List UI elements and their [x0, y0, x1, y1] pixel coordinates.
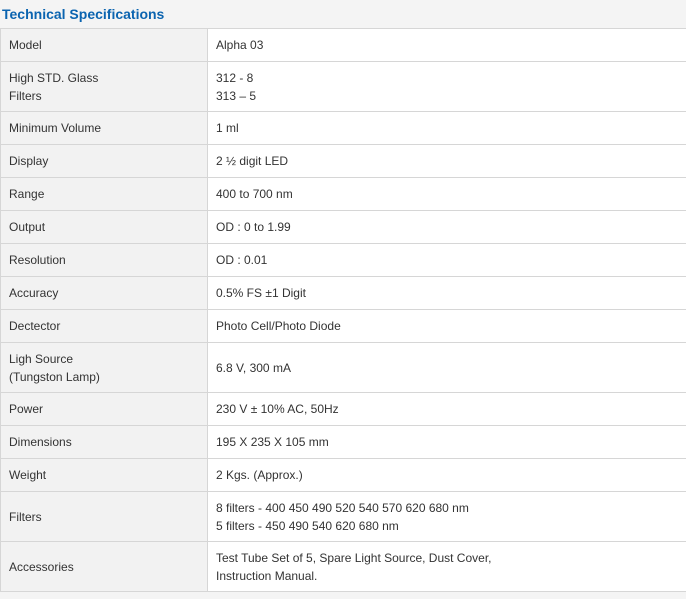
spec-label: Filters: [9, 88, 42, 103]
spec-value-cell: 230 V ± 10% AC, 50Hz: [207, 392, 686, 426]
spec-value-cell: Alpha 03: [207, 28, 686, 62]
spec-label-cell: Filters: [0, 491, 208, 542]
spec-label-cell: Accuracy: [0, 276, 208, 310]
table-row: Power 230 V ± 10% AC, 50Hz: [0, 392, 686, 426]
spec-value: 400 to 700 nm: [216, 187, 293, 201]
spec-value-cell: 312 - 8 313 – 5: [207, 61, 686, 112]
spec-label-cell: Power: [0, 392, 208, 426]
spec-label-cell: Resolution: [0, 243, 208, 277]
spec-value-cell: 400 to 700 nm: [207, 177, 686, 211]
spec-label-cell: Display: [0, 144, 208, 178]
spec-value: OD : 0.01: [216, 253, 268, 267]
table-row: Accuracy 0.5% FS ±1 Digit: [0, 276, 686, 310]
spec-value: 195 X 235 X 105 mm: [216, 435, 329, 449]
spec-value-cell: 1 ml: [207, 111, 686, 145]
table-row: High STD. Glass Filters 312 - 8 313 – 5: [0, 61, 686, 112]
spec-label: Accessories: [9, 559, 74, 574]
table-row: Ligh Source (Tungston Lamp) 6.8 V, 300 mA: [0, 342, 686, 393]
spec-value-cell: 195 X 235 X 105 mm: [207, 425, 686, 459]
table-row: Range 400 to 700 nm: [0, 177, 686, 211]
spec-value: Alpha 03: [216, 38, 264, 52]
table-row: Filters 8 filters - 400 450 490 520 540 5…: [0, 491, 686, 542]
spec-value-cell: OD : 0 to 1.99: [207, 210, 686, 244]
spec-value: 0.5% FS ±1 Digit: [216, 286, 306, 300]
spec-table-body: Model Alpha 03 High STD. Glass Filters 312 -…: [0, 28, 686, 592]
spec-value: 8 filters - 400 450 490 520 540 570 620 …: [216, 500, 469, 515]
spec-label: Ligh Source: [9, 351, 74, 366]
spec-label: Accuracy: [9, 286, 59, 300]
spec-value: 312 - 8: [216, 70, 254, 85]
spec-label-cell: Dectector: [0, 309, 208, 343]
spec-panel: Technical Specifications Model Alpha 03 Hi…: [0, 0, 686, 599]
spec-value: Photo Cell/Photo Diode: [216, 319, 341, 333]
spec-value-cell: Photo Cell/Photo Diode: [207, 309, 686, 343]
spec-value-cell: 2 ½ digit LED: [207, 144, 686, 178]
table-row: Model Alpha 03: [0, 28, 686, 62]
spec-value: OD : 0 to 1.99: [216, 220, 291, 234]
spec-label-cell: Weight: [0, 458, 208, 492]
spec-label: Display: [9, 154, 49, 168]
spec-value: 5 filters - 450 490 540 620 680 nm: [216, 518, 399, 533]
table-row: Accessories Test Tube Set of 5, Spare Lig…: [0, 541, 686, 592]
spec-value-cell: OD : 0.01: [207, 243, 686, 277]
spec-label: Output: [9, 220, 46, 234]
spec-label: Dectector: [9, 319, 61, 333]
spec-label-cell: Output: [0, 210, 208, 244]
table-row: Output OD : 0 to 1.99: [0, 210, 686, 244]
spec-value-cell: 8 filters - 400 450 490 520 540 570 620 …: [207, 491, 686, 542]
spec-label: Weight: [9, 468, 47, 482]
table-row: Display 2 ½ digit LED: [0, 144, 686, 178]
spec-label-cell: Minimum Volume: [0, 111, 208, 145]
spec-label: Power: [9, 402, 44, 416]
table-row: Dectector Photo Cell/Photo Diode: [0, 309, 686, 343]
spec-value: 1 ml: [216, 121, 239, 135]
spec-value: 230 V ± 10% AC, 50Hz: [216, 402, 339, 416]
spec-label-cell: Ligh Source (Tungston Lamp): [0, 342, 208, 393]
section-title: Technical Specifications: [0, 0, 686, 28]
spec-label: Model: [9, 38, 42, 52]
spec-value: 313 – 5: [216, 88, 257, 103]
table-row: Minimum Volume 1 ml: [0, 111, 686, 145]
spec-table: Model Alpha 03 High STD. Glass Filters 312 -…: [0, 28, 686, 592]
spec-label: High STD. Glass: [9, 70, 99, 85]
spec-label-cell: Dimensions: [0, 425, 208, 459]
spec-value-cell: 0.5% FS ±1 Digit: [207, 276, 686, 310]
spec-value-cell: Test Tube Set of 5, Spare Light Source, …: [207, 541, 686, 592]
spec-value-cell: 2 Kgs. (Approx.): [207, 458, 686, 492]
spec-value: 2 ½ digit LED: [216, 154, 289, 168]
table-row: Resolution OD : 0.01: [0, 243, 686, 277]
spec-label: (Tungston Lamp): [9, 369, 100, 384]
spec-label: Range: [9, 187, 45, 201]
spec-label: Dimensions: [9, 435, 72, 449]
table-row: Dimensions 195 X 235 X 105 mm: [0, 425, 686, 459]
spec-label-cell: Model: [0, 28, 208, 62]
spec-value-cell: 6.8 V, 300 mA: [207, 342, 686, 393]
spec-label-cell: Accessories: [0, 541, 208, 592]
spec-label: Filters: [9, 509, 42, 524]
spec-value: 2 Kgs. (Approx.): [216, 468, 303, 482]
spec-label: Minimum Volume: [9, 121, 102, 135]
spec-value: Test Tube Set of 5, Spare Light Source, …: [216, 550, 492, 565]
spec-label-cell: High STD. Glass Filters: [0, 61, 208, 112]
table-row: Weight 2 Kgs. (Approx.): [0, 458, 686, 492]
spec-label-cell: Range: [0, 177, 208, 211]
spec-value: Instruction Manual.: [216, 568, 318, 583]
spec-value: 6.8 V, 300 mA: [216, 360, 291, 375]
spec-label: Resolution: [9, 253, 66, 267]
